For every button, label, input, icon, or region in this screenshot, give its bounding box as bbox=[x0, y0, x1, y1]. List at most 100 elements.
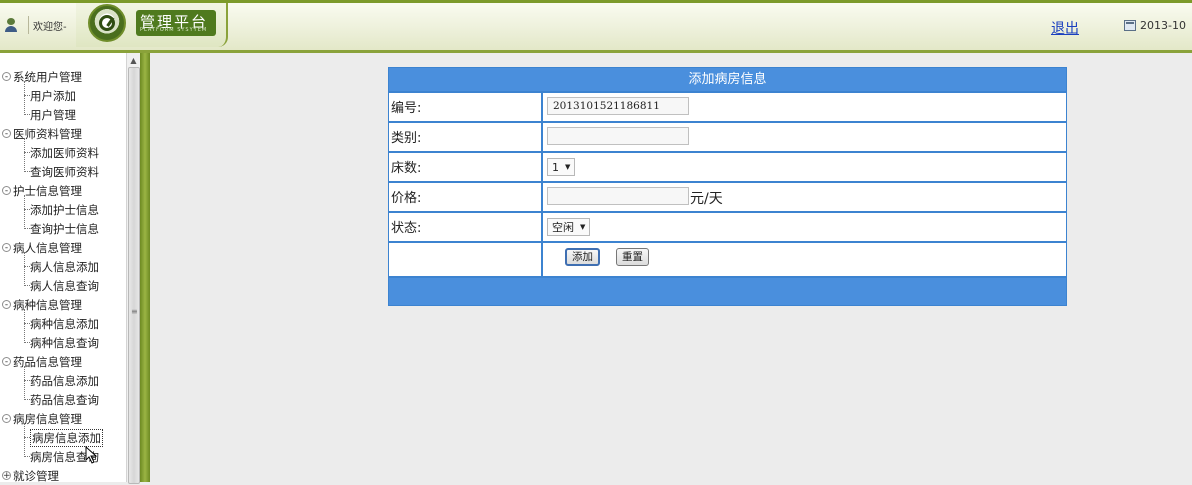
expand-icon[interactable]: + bbox=[2, 471, 11, 481]
tree-connector bbox=[24, 366, 25, 400]
tree-item-doctor-add[interactable]: 添加医师资料 bbox=[0, 143, 126, 162]
collapse-icon[interactable]: - bbox=[2, 243, 11, 253]
collapse-icon[interactable]: - bbox=[2, 186, 11, 196]
welcome-text: 欢迎您- bbox=[33, 21, 67, 33]
add-ward-form: 添加病房信息 编号: 2013101521186811 类别: 床数: 1 ▼ … bbox=[388, 67, 1067, 306]
tree-item-drug-query[interactable]: 药品信息查询 bbox=[0, 390, 126, 409]
tree-item-label: 病人信息添加 bbox=[30, 259, 99, 274]
tree-group-visits[interactable]: + 就诊管理 bbox=[0, 466, 126, 485]
date-display: 2013-10 bbox=[1124, 19, 1186, 32]
tree-item-nurse-query[interactable]: 查询护士信息 bbox=[0, 219, 126, 238]
tree-connector bbox=[24, 423, 25, 457]
logout-link[interactable]: 退出 bbox=[1051, 18, 1079, 38]
field-label: 床数: bbox=[391, 161, 422, 176]
tree-item-nurse-add[interactable]: 添加护士信息 bbox=[0, 200, 126, 219]
price-unit: 元/天 bbox=[690, 191, 723, 207]
tree-item-label: 查询医师资料 bbox=[30, 164, 99, 179]
cursor-icon bbox=[85, 446, 98, 464]
tree-item-user-manage[interactable]: 用户管理 bbox=[0, 105, 126, 124]
welcome-area: 欢迎您- bbox=[4, 10, 84, 40]
platform-title: 管理平台 PLATFORM SYSYTEM bbox=[136, 10, 216, 36]
form-row-beds: 床数: 1 ▼ bbox=[389, 151, 1066, 181]
logo-icon bbox=[88, 4, 126, 42]
tree-connector bbox=[24, 81, 25, 115]
tree-group-drugs[interactable]: - 药品信息管理 bbox=[0, 352, 126, 371]
price-input[interactable] bbox=[547, 187, 689, 205]
scroll-grip-icon: ≡ bbox=[131, 307, 138, 316]
collapse-icon[interactable]: - bbox=[2, 72, 11, 82]
header: 欢迎您- 管理平台 PLATFORM SYSYTEM 退出 2013-10 bbox=[0, 0, 1192, 53]
tree-group-doctors[interactable]: - 医师资料管理 bbox=[0, 124, 126, 143]
tree-group-system-users[interactable]: - 系统用户管理 bbox=[0, 67, 126, 86]
scroll-thumb[interactable]: ≡ bbox=[128, 67, 140, 484]
beds-select[interactable]: 1 ▼ bbox=[547, 158, 576, 176]
tree-item-label: 查询护士信息 bbox=[30, 221, 99, 236]
beds-select-value: 1 bbox=[552, 160, 559, 174]
scroll-up-icon[interactable]: ▲ bbox=[127, 55, 140, 67]
divider bbox=[28, 16, 29, 34]
tree-item-label: 药品信息查询 bbox=[30, 392, 99, 407]
collapse-icon[interactable]: - bbox=[2, 357, 11, 367]
collapse-icon[interactable]: - bbox=[2, 300, 11, 310]
collapse-icon[interactable]: - bbox=[2, 414, 11, 424]
field-label: 编号: bbox=[391, 101, 422, 116]
form-row-price: 价格: 元/天 bbox=[389, 181, 1066, 211]
tree-item-label: 药品信息添加 bbox=[30, 373, 99, 388]
column-divider bbox=[541, 123, 543, 151]
tree-item-label: 病人信息查询 bbox=[30, 278, 99, 293]
tree-connector bbox=[24, 138, 25, 172]
dropdown-arrow-icon: ▼ bbox=[565, 163, 571, 171]
user-icon bbox=[4, 17, 20, 33]
tree-item-label: 用户管理 bbox=[30, 107, 76, 122]
form-footer bbox=[389, 276, 1066, 305]
sidebar-scrollbar[interactable]: ▲ ≡ bbox=[126, 53, 140, 484]
form-row-status: 状态: 空闲 ▼ bbox=[389, 211, 1066, 241]
date-text: 2013-10 bbox=[1140, 19, 1186, 32]
tree-item-patient-add[interactable]: 病人信息添加 bbox=[0, 257, 126, 276]
column-divider bbox=[541, 153, 543, 181]
calendar-icon bbox=[1124, 20, 1136, 31]
form-row-number: 编号: 2013101521186811 bbox=[389, 91, 1066, 121]
number-input[interactable]: 2013101521186811 bbox=[547, 97, 689, 115]
dropdown-arrow-icon: ▼ bbox=[580, 223, 586, 231]
tree-item-user-add[interactable]: 用户添加 bbox=[0, 86, 126, 105]
sidebar: - 系统用户管理 用户添加 用户管理 - 医师资料管理 添加医师资料 查询医师资料 … bbox=[0, 53, 150, 485]
add-button[interactable]: 添加 bbox=[565, 248, 600, 266]
column-divider bbox=[541, 183, 543, 211]
tree-connector bbox=[24, 309, 25, 343]
tree-connector bbox=[24, 252, 25, 286]
tree-item-disease-add[interactable]: 病种信息添加 bbox=[0, 314, 126, 333]
field-label: 价格: bbox=[391, 191, 422, 206]
tree-item-label: 病种信息添加 bbox=[30, 316, 99, 331]
tree-item-patient-query[interactable]: 病人信息查询 bbox=[0, 276, 126, 295]
form-row-actions: 添加 重置 bbox=[389, 241, 1066, 276]
tree-group-diseases[interactable]: - 病种信息管理 bbox=[0, 295, 126, 314]
tree-group-label: 就诊管理 bbox=[13, 468, 59, 483]
tree-item-ward-query[interactable]: 病房信息查询 bbox=[0, 447, 126, 466]
sidebar-tree-panel: - 系统用户管理 用户添加 用户管理 - 医师资料管理 添加医师资料 查询医师资料 … bbox=[0, 53, 127, 485]
status-select-value: 空闲 bbox=[552, 221, 574, 234]
tree-group-wards[interactable]: - 病房信息管理 bbox=[0, 409, 126, 428]
nav-tree: - 系统用户管理 用户添加 用户管理 - 医师资料管理 添加医师资料 查询医师资料 … bbox=[0, 67, 126, 485]
tree-item-doctor-query[interactable]: 查询医师资料 bbox=[0, 162, 126, 181]
collapse-icon[interactable]: - bbox=[2, 129, 11, 139]
category-input[interactable] bbox=[547, 127, 689, 145]
tree-item-drug-add[interactable]: 药品信息添加 bbox=[0, 371, 126, 390]
tree-item-label: 病房信息添加 bbox=[30, 428, 103, 447]
tree-item-ward-add[interactable]: 病房信息添加 bbox=[0, 428, 126, 447]
column-divider bbox=[541, 93, 543, 121]
tree-group-nurses[interactable]: - 护士信息管理 bbox=[0, 181, 126, 200]
splitter-bar[interactable] bbox=[140, 53, 150, 482]
tree-item-disease-query[interactable]: 病种信息查询 bbox=[0, 333, 126, 352]
column-divider bbox=[541, 243, 543, 276]
form-row-category: 类别: bbox=[389, 121, 1066, 151]
field-label: 状态: bbox=[391, 221, 422, 236]
status-select[interactable]: 空闲 ▼ bbox=[547, 218, 591, 236]
tree-item-label: 用户添加 bbox=[30, 88, 76, 103]
reset-button[interactable]: 重置 bbox=[616, 248, 649, 266]
tree-item-label: 添加医师资料 bbox=[30, 145, 99, 160]
tree-group-patients[interactable]: - 病人信息管理 bbox=[0, 238, 126, 257]
form-title: 添加病房信息 bbox=[389, 68, 1066, 91]
tree-connector bbox=[24, 195, 25, 229]
tree-item-label: 病种信息查询 bbox=[30, 335, 99, 350]
